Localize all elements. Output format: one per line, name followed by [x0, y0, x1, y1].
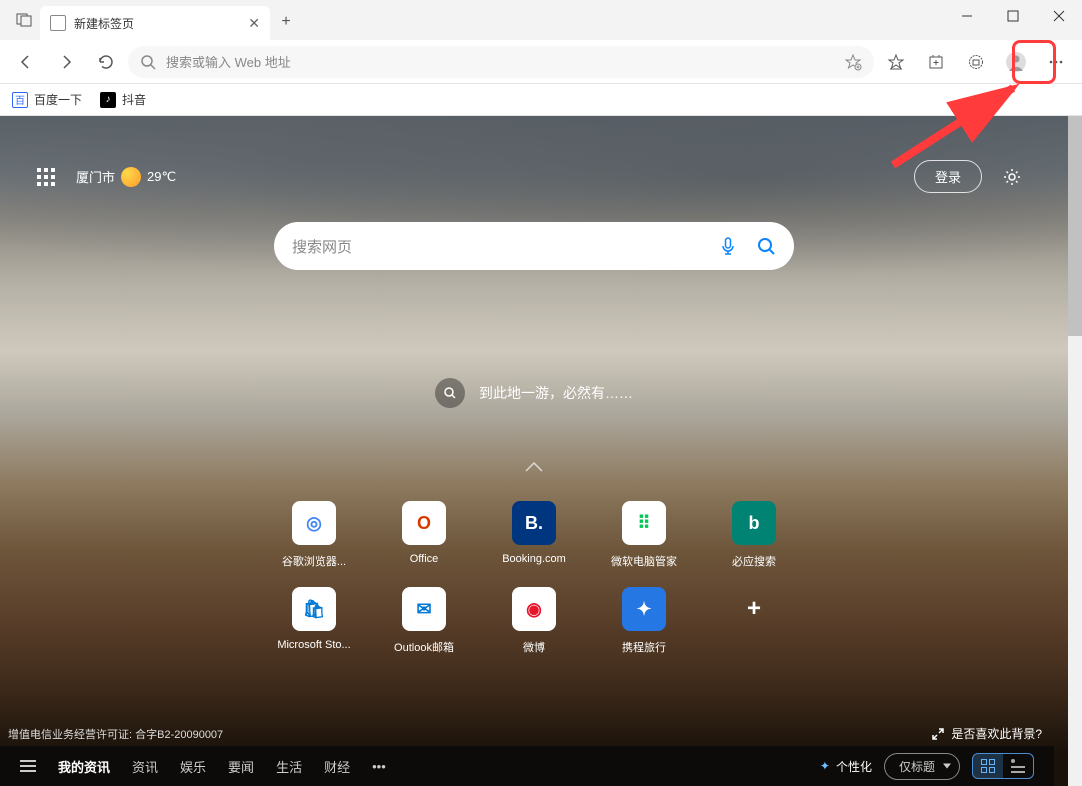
bookmark-item[interactable]: ♪ 抖音: [100, 91, 146, 108]
search-submit-icon[interactable]: [756, 236, 776, 256]
personalize-label: 个性化: [836, 758, 872, 775]
weather-temp: 29℃: [147, 169, 176, 185]
collections-button[interactable]: [918, 44, 954, 80]
quicklink-item[interactable]: ✉ Outlook邮箱: [378, 587, 470, 655]
bookmark-favicon-icon: ♪: [100, 92, 116, 108]
quicklink-tile-icon: ◎: [292, 501, 336, 545]
bookmark-label: 抖音: [122, 91, 146, 108]
quicklink-add-button[interactable]: +: [708, 587, 800, 655]
expand-icon: [931, 727, 945, 741]
ntp-topbar: 厦门市 29℃ 登录: [30, 160, 1028, 193]
quicklink-label: 携程旅行: [622, 639, 666, 655]
quicklink-label: 必应搜索: [732, 553, 776, 569]
weather-city: 厦门市: [76, 167, 115, 186]
feed-tab[interactable]: 我的资讯: [58, 757, 110, 776]
address-bar[interactable]: 搜索或输入 Web 地址: [128, 46, 874, 78]
extensions-button[interactable]: [958, 44, 994, 80]
quicklink-label: Outlook邮箱: [394, 639, 454, 655]
scrollbar[interactable]: [1068, 116, 1082, 786]
feed-bar: 我的资讯 资讯 娱乐 要闻 生活 财经 ••• ✦ 个性化 仅标题: [0, 746, 1054, 786]
annotation-highlight-box: [1012, 40, 1056, 84]
quicklink-tile-icon: ⠿: [622, 501, 666, 545]
quicklink-label: Microsoft Sto...: [277, 639, 350, 651]
mic-icon[interactable]: [718, 236, 738, 256]
quicklink-tile-icon: ◉: [512, 587, 556, 631]
bg-feedback-link[interactable]: 是否喜欢此背景?: [931, 725, 1042, 742]
tagline-search-icon: [435, 378, 465, 408]
feed-menu-button[interactable]: [20, 760, 36, 772]
quicklink-item[interactable]: 🛍 Microsoft Sto...: [268, 587, 360, 655]
quicklink-item[interactable]: B. Booking.com: [488, 501, 580, 569]
weather-widget[interactable]: 厦门市 29℃: [76, 167, 176, 187]
browser-tab[interactable]: 新建标签页 ✕: [40, 6, 270, 40]
tab-actions-button[interactable]: [8, 4, 40, 36]
feed-tab[interactable]: 资讯: [132, 757, 158, 776]
quicklink-item[interactable]: O Office: [378, 501, 470, 569]
tagline-text: 到此地一游，必然有……: [479, 383, 633, 403]
new-tab-button[interactable]: +: [270, 6, 302, 38]
ntp-search-box[interactable]: 搜索网页: [274, 222, 794, 270]
quicklink-item[interactable]: ◎ 谷歌浏览器...: [268, 501, 360, 569]
quicklink-tile-icon: B.: [512, 501, 556, 545]
refresh-button[interactable]: [88, 44, 124, 80]
quicklink-tile-icon: 🛍: [292, 587, 336, 631]
quicklink-label: Booking.com: [502, 553, 566, 565]
minimize-button[interactable]: [944, 0, 990, 32]
window-controls: [944, 0, 1082, 32]
quicklink-item[interactable]: ◉ 微博: [488, 587, 580, 655]
content-area: 厦门市 29℃ 登录 搜索网页 到此地一游，必然有…… ◎ 谷歌浏览器... O Of…: [0, 116, 1082, 786]
address-placeholder: 搜索或输入 Web 地址: [166, 52, 291, 71]
search-placeholder: 搜索网页: [292, 236, 352, 257]
quicklink-label: 微博: [523, 639, 545, 655]
forward-button[interactable]: [48, 44, 84, 80]
favorite-star-icon[interactable]: [844, 53, 862, 71]
bookmark-label: 百度一下: [34, 91, 82, 108]
quick-links-grid: ◎ 谷歌浏览器... O Office B. Booking.com ⠿ 微软电脑管家 b 必应搜…: [268, 501, 800, 655]
quicklink-label: 谷歌浏览器...: [282, 553, 346, 569]
expand-chevron-icon[interactable]: [524, 461, 544, 473]
tab-close-button[interactable]: ✕: [248, 15, 260, 32]
list-view-button[interactable]: [1003, 754, 1033, 778]
apps-launcher-button[interactable]: [30, 161, 62, 193]
quicklink-tile-icon: O: [402, 501, 446, 545]
annotation-arrow: [888, 80, 1028, 170]
toolbar: 搜索或输入 Web 地址: [0, 40, 1082, 84]
bg-feedback-text: 是否喜欢此背景?: [951, 725, 1042, 742]
sparkle-icon: ✦: [820, 759, 830, 773]
grid-icon: [37, 168, 55, 186]
feed-tab[interactable]: 娱乐: [180, 757, 206, 776]
quicklink-tile-icon: ✉: [402, 587, 446, 631]
tab-title: 新建标签页: [74, 15, 134, 32]
favorites-button[interactable]: [878, 44, 914, 80]
weather-icon: [121, 167, 141, 187]
tagline[interactable]: 到此地一游，必然有……: [435, 378, 633, 408]
quicklink-tile-icon: b: [732, 501, 776, 545]
quicklink-label: 微软电脑管家: [611, 553, 677, 569]
new-tab-page: 厦门市 29℃ 登录 搜索网页 到此地一游，必然有…… ◎ 谷歌浏览器... O Of…: [0, 116, 1068, 786]
personalize-button[interactable]: ✦ 个性化: [820, 758, 872, 775]
tab-favicon-icon: [50, 15, 66, 31]
view-toggle: [972, 753, 1034, 779]
titlebar: 新建标签页 ✕ +: [0, 0, 1082, 40]
feed-tab[interactable]: 生活: [276, 757, 302, 776]
scrollbar-thumb[interactable]: [1068, 116, 1082, 336]
back-button[interactable]: [8, 44, 44, 80]
bookmark-item[interactable]: 百 百度一下: [12, 91, 82, 108]
layout-select[interactable]: 仅标题: [884, 753, 960, 780]
grid-view-button[interactable]: [973, 754, 1003, 778]
maximize-button[interactable]: [990, 0, 1036, 32]
quicklink-tile-icon: ✦: [622, 587, 666, 631]
license-text: 增值电信业务经营许可证: 合字B2-20090007: [8, 726, 223, 742]
search-icon: [140, 54, 156, 70]
feed-tab[interactable]: 财经: [324, 757, 350, 776]
quicklink-item[interactable]: ✦ 携程旅行: [598, 587, 690, 655]
quicklink-item[interactable]: b 必应搜索: [708, 501, 800, 569]
quicklink-label: Office: [410, 553, 439, 565]
plus-icon: +: [732, 587, 776, 631]
bookmark-favicon-icon: 百: [12, 92, 28, 108]
close-window-button[interactable]: [1036, 0, 1082, 32]
feed-tab[interactable]: 要闻: [228, 757, 254, 776]
quicklink-item[interactable]: ⠿ 微软电脑管家: [598, 501, 690, 569]
feed-more-button[interactable]: •••: [372, 759, 386, 774]
